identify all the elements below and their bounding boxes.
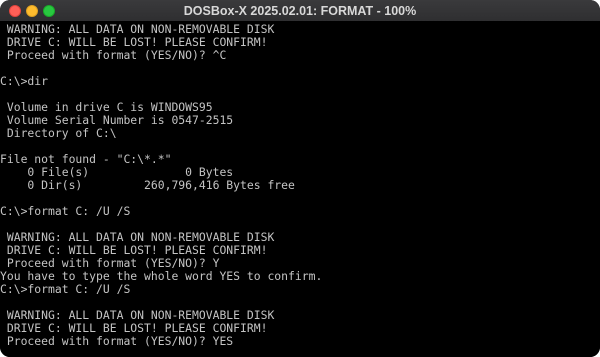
dosbox-window: DOSBox-X 2025.02.01: FORMAT - 100% WARNI… (0, 0, 600, 357)
console-line: Volume Serial Number is 0547-2515 (0, 113, 234, 127)
console-line: C:\>format C: /U /S (0, 204, 131, 218)
console-line: Directory of C:\ (0, 126, 117, 140)
console-line: WARNING: ALL DATA ON NON-REMOVABLE DISK (0, 22, 275, 36)
console-line: C:\>format C: /U /S (0, 282, 131, 296)
window-title: DOSBox-X 2025.02.01: FORMAT - 100% (183, 4, 417, 18)
console-line: 0 File(s) 0 Bytes (0, 165, 234, 179)
console-line: DRIVE C: WILL BE LOST! PLEASE CONFIRM! (0, 243, 268, 257)
console-line: WARNING: ALL DATA ON NON-REMOVABLE DISK (0, 308, 275, 322)
console-line: Proceed with format (YES/NO)? ^C (0, 48, 227, 62)
console-line: DRIVE C: WILL BE LOST! PLEASE CONFIRM! (0, 321, 268, 335)
console-line: You have to type the whole word YES to c… (0, 269, 323, 283)
title-bar[interactable]: DOSBox-X 2025.02.01: FORMAT - 100% (0, 0, 600, 23)
dos-console[interactable]: WARNING: ALL DATA ON NON-REMOVABLE DISK … (0, 21, 600, 357)
console-line: Proceed with format (YES/NO)? YES (0, 334, 234, 348)
console-line: Volume in drive C is WINDOWS95 (0, 100, 213, 114)
console-line: File not found - "C:\*.*" (0, 152, 172, 166)
console-line: WARNING: ALL DATA ON NON-REMOVABLE DISK (0, 230, 275, 244)
console-line: 0 Dir(s) 260,796,416 Bytes free (0, 178, 295, 192)
console-line: C:\>dir (0, 74, 49, 88)
console-line: Proceed with format (YES/NO)? Y (0, 256, 220, 270)
console-line: DRIVE C: WILL BE LOST! PLEASE CONFIRM! (0, 35, 268, 49)
